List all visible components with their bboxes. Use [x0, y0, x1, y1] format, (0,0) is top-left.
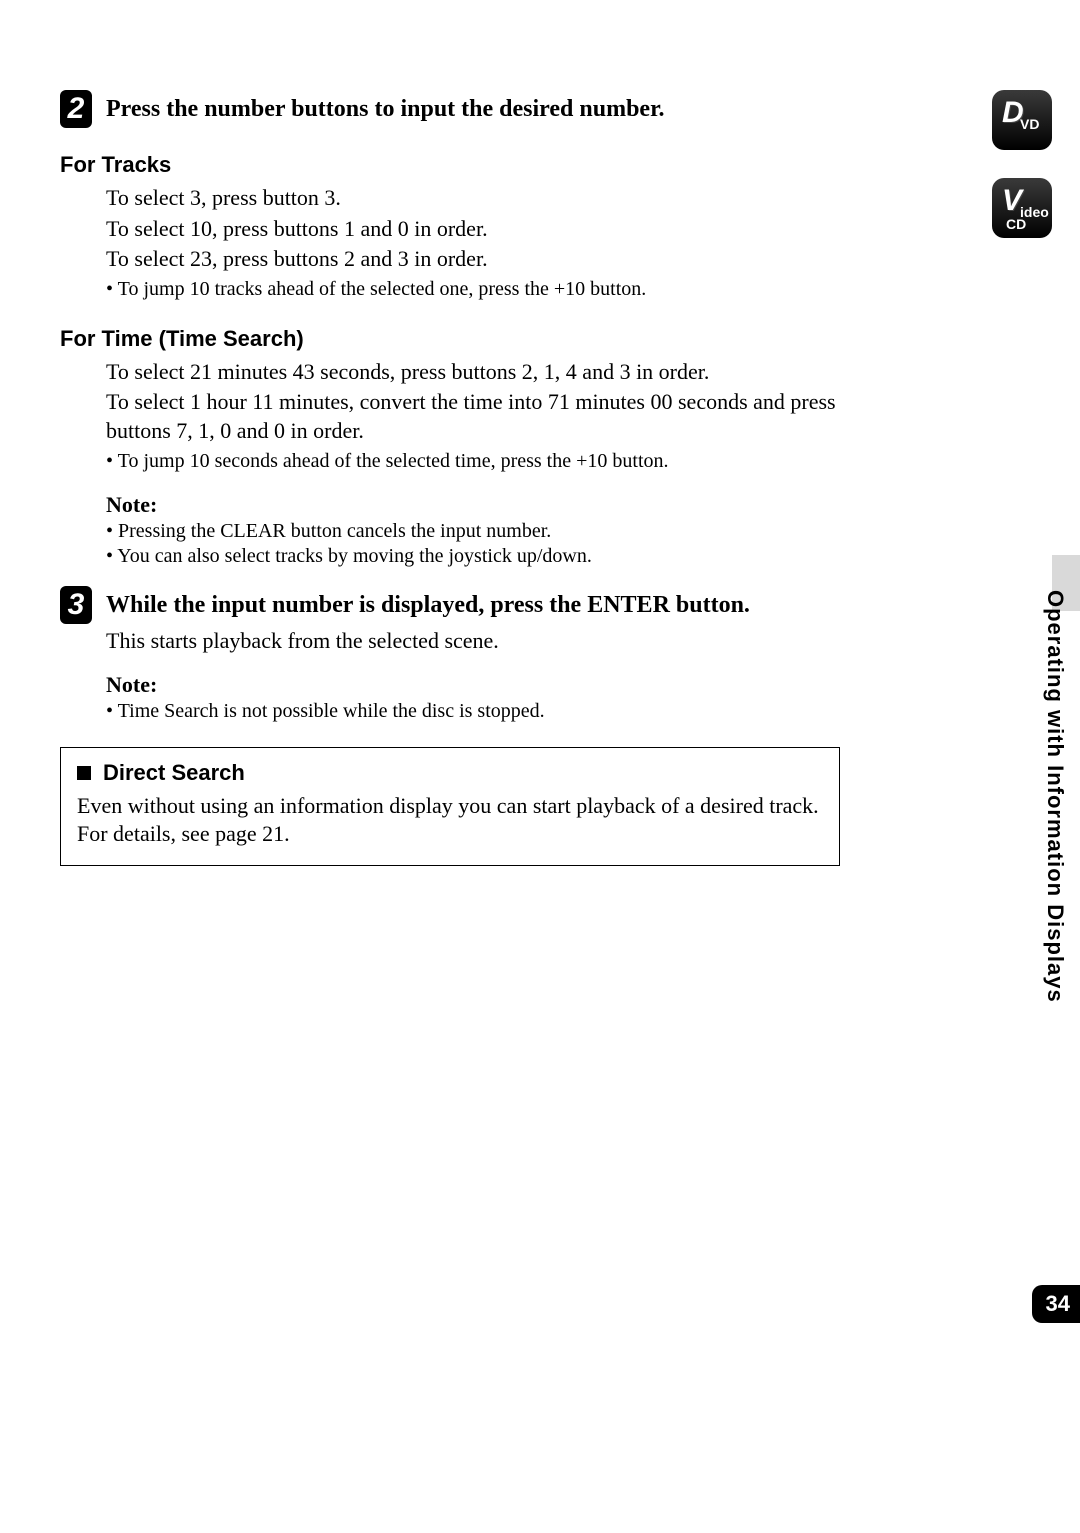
for-tracks-heading: For Tracks: [60, 152, 860, 178]
note-1-item-2: • You can also select tracks by moving t…: [106, 545, 860, 568]
main-content: 2 Press the number buttons to input the …: [60, 90, 860, 866]
vcd-badge-main: V: [1002, 184, 1022, 218]
direct-search-heading-row: Direct Search: [77, 760, 823, 786]
time-line-2: To select 1 hour 11 minutes, convert the…: [106, 388, 860, 445]
step-3-row: 3 While the input number is displayed, p…: [60, 586, 860, 624]
step-3-desc: This starts playback from the selected s…: [106, 628, 860, 654]
tracks-line-4: • To jump 10 tracks ahead of the selecte…: [106, 276, 860, 302]
step-2-row: 2 Press the number buttons to input the …: [60, 90, 860, 128]
square-bullet-icon: [77, 766, 91, 780]
step-2-badge: 2: [60, 90, 92, 128]
note-1-item-1: • Pressing the CLEAR button cancels the …: [106, 520, 860, 543]
direct-search-heading: Direct Search: [103, 760, 245, 786]
tracks-line-1: To select 3, press button 3.: [106, 184, 860, 213]
time-line-1: To select 21 minutes 43 seconds, press b…: [106, 358, 860, 387]
direct-search-body: Even without using an information displa…: [77, 792, 823, 849]
direct-search-box: Direct Search Even without using an info…: [60, 747, 840, 866]
step-3-title: While the input number is displayed, pre…: [106, 586, 750, 624]
time-line-3: • To jump 10 seconds ahead of the select…: [106, 448, 860, 474]
for-time-body: To select 21 minutes 43 seconds, press b…: [106, 358, 860, 474]
vcd-badge-sub2: CD: [1006, 216, 1026, 232]
page-number-badge: 34: [1032, 1285, 1080, 1323]
for-time-heading: For Time (Time Search): [60, 326, 860, 352]
note-1-label: Note:: [106, 492, 860, 518]
dvd-badge-icon: D VD: [992, 90, 1052, 150]
tracks-line-3: To select 23, press buttons 2 and 3 in o…: [106, 245, 860, 274]
dvd-badge-sub: VD: [1020, 116, 1039, 132]
step-2-title: Press the number buttons to input the de…: [106, 90, 665, 128]
tracks-line-2: To select 10, press buttons 1 and 0 in o…: [106, 215, 860, 244]
section-title-vertical: Operating with Information Displays: [1042, 590, 1068, 1003]
note-2-label: Note:: [106, 672, 860, 698]
for-tracks-body: To select 3, press button 3. To select 1…: [106, 184, 860, 302]
step-3-badge: 3: [60, 586, 92, 624]
video-cd-badge-icon: V ideo CD: [992, 178, 1052, 238]
note-2-item-1: • Time Search is not possible while the …: [106, 700, 860, 723]
